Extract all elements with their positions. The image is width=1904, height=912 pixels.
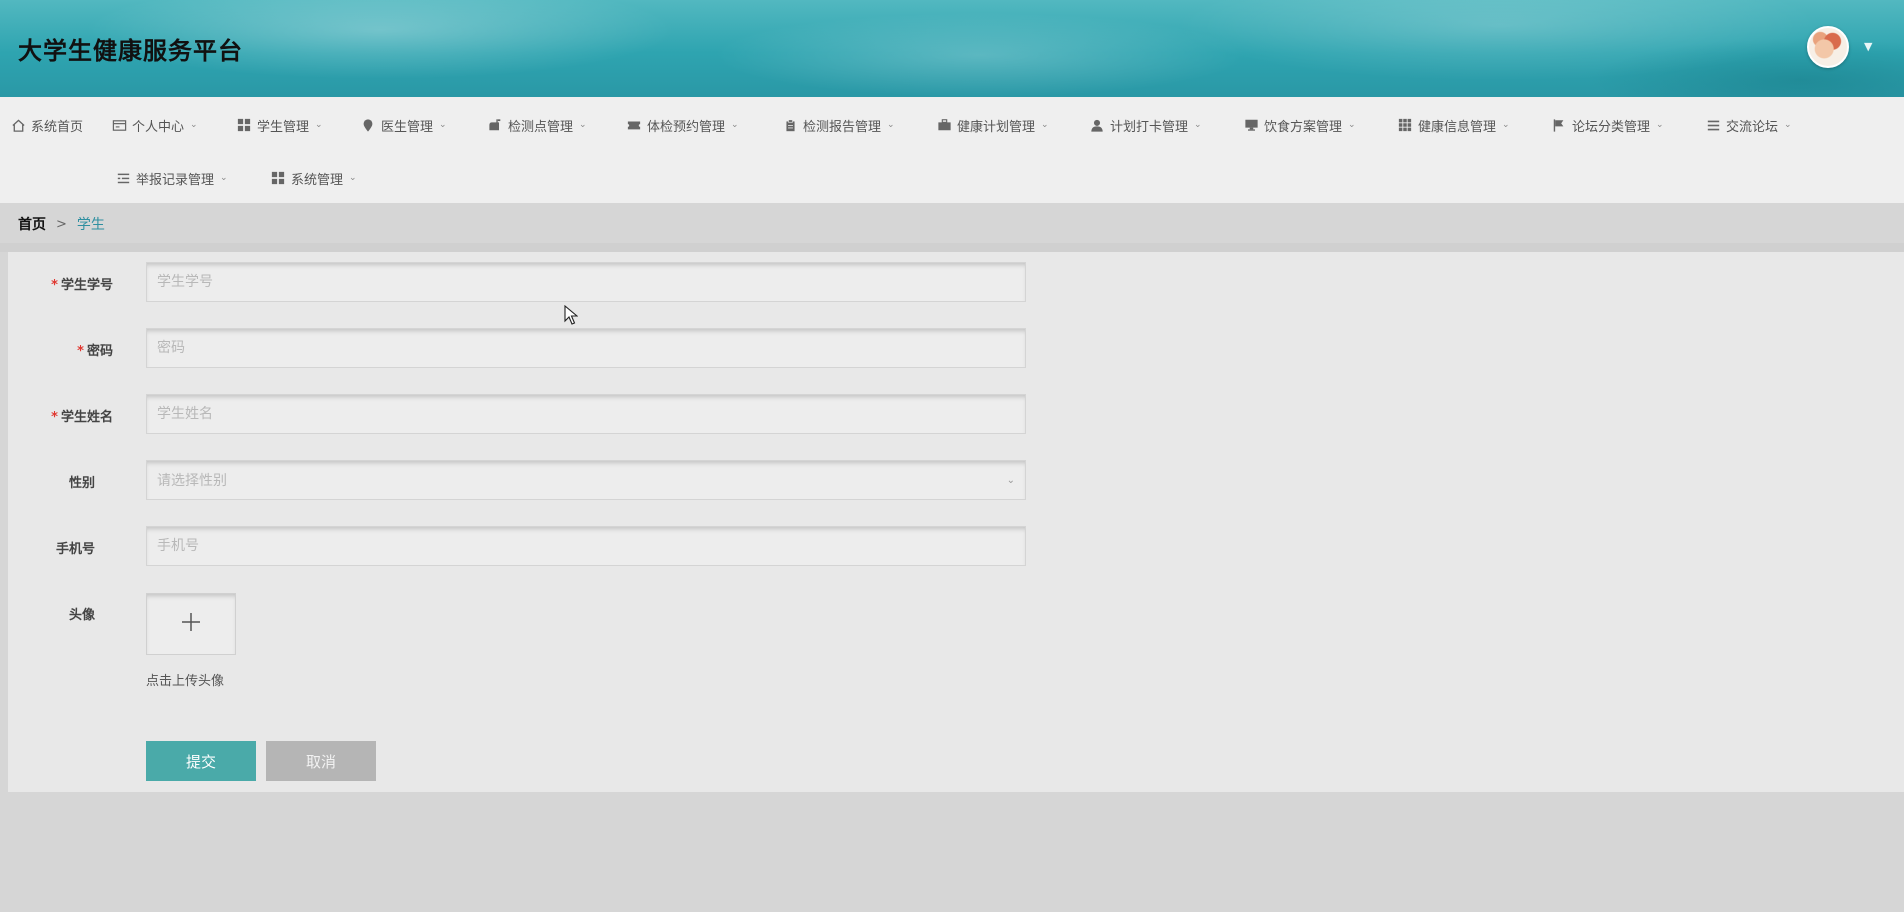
grid-icon xyxy=(236,117,252,133)
phone-input[interactable] xyxy=(146,526,1026,566)
nav-item-report-management[interactable]: 检测报告管理 ⌄ xyxy=(782,115,895,135)
nav-item-doctor-management[interactable]: 医生管理 ⌄ xyxy=(360,115,447,135)
breadcrumb-separator: > xyxy=(56,216,67,232)
home-icon xyxy=(10,117,26,133)
nav-item-personal-center[interactable]: 个人中心 ⌄ xyxy=(111,115,198,135)
required-mark: * xyxy=(51,410,58,425)
phone-label: 手机号 xyxy=(55,542,95,557)
breadcrumb-home[interactable]: 首页 xyxy=(18,214,46,234)
chevron-down-icon: ⌄ xyxy=(1656,120,1664,130)
main-nav: 系统首页 个人中心 ⌄ 学生管理 ⌄ 医生管理 ⌄ 检测点管理 ⌄ 体检预约管理 xyxy=(0,97,1904,203)
nav-item-label: 饮食方案管理 xyxy=(1264,119,1343,135)
nav-item-label: 体检预约管理 xyxy=(647,119,726,135)
map-pin-icon xyxy=(360,117,376,133)
submit-button[interactable]: 提交 xyxy=(146,741,256,781)
nav-item-label: 健康计划管理 xyxy=(957,119,1036,135)
nav-item-health-info[interactable]: 健康信息管理 ⌄ xyxy=(1397,115,1510,135)
nav-item-label: 系统首页 xyxy=(31,119,84,135)
caret-down-icon[interactable]: ▼ xyxy=(1864,40,1872,53)
id-card-icon xyxy=(111,117,127,133)
chevron-down-icon: ⌄ xyxy=(731,120,739,130)
chevron-down-icon: ⌄ xyxy=(220,173,228,183)
chevron-down-icon: ⌄ xyxy=(1041,120,1049,130)
site-title: 大学生健康服务平台 xyxy=(18,37,243,65)
grid-icon xyxy=(270,170,286,186)
avatar-upload[interactable] xyxy=(146,593,236,655)
chevron-down-icon: ⌄ xyxy=(1784,120,1792,130)
password-label: * 密码 xyxy=(77,344,113,359)
list-details-icon xyxy=(115,170,131,186)
nav-item-label: 计划打卡管理 xyxy=(1110,119,1189,135)
briefcase-icon xyxy=(936,117,952,133)
chevron-down-icon: ⌄ xyxy=(439,120,447,130)
mouse-cursor-icon xyxy=(564,305,578,325)
nav-item-test-site-management[interactable]: 检测点管理 ⌄ xyxy=(487,115,587,135)
breadcrumb-current: 学生 xyxy=(76,217,105,233)
chevron-down-icon: ⌄ xyxy=(1194,120,1202,130)
nav-item-label: 举报记录管理 xyxy=(136,172,215,188)
student-id-input[interactable] xyxy=(146,262,1026,302)
ticket-icon xyxy=(626,117,642,133)
nav-item-label: 系统管理 xyxy=(291,172,344,188)
nav-item-label: 健康信息管理 xyxy=(1418,119,1497,135)
cancel-button[interactable]: 取消 xyxy=(266,741,376,781)
avatar-label: 头像 xyxy=(68,608,95,623)
nav-item-label: 交流论坛 xyxy=(1726,119,1779,135)
clipboard-icon xyxy=(782,117,798,133)
gender-select[interactable]: 请选择性别 ⌄ xyxy=(146,460,1026,500)
required-mark: * xyxy=(77,344,84,359)
nav-item-student-management[interactable]: 学生管理 ⌄ xyxy=(236,115,323,135)
chevron-down-icon: ⌄ xyxy=(887,120,895,130)
flag-icon xyxy=(1551,117,1567,133)
student-form: *学生学号 *密码 *学生姓名 性别 请选择性别 ⌄ 手机号 头像 点击上传头像… xyxy=(8,252,1904,792)
grid-dots-icon xyxy=(1397,117,1413,133)
user-icon xyxy=(1089,117,1105,133)
breadcrumb: 首页 > 学生 xyxy=(18,214,105,234)
chevron-down-icon: ⌄ xyxy=(349,173,357,183)
nav-item-label: 检测报告管理 xyxy=(803,119,882,135)
chevron-down-icon: ⌄ xyxy=(579,120,587,130)
top-header: 大学生健康服务平台 ▼ xyxy=(0,0,1904,97)
mailbox-icon xyxy=(487,117,503,133)
password-input[interactable] xyxy=(146,328,1026,368)
nav-item-health-plan[interactable]: 健康计划管理 ⌄ xyxy=(936,115,1049,135)
nav-item-label: 学生管理 xyxy=(257,119,310,135)
chevron-down-icon: ⌄ xyxy=(1348,120,1356,130)
gender-label: 性别 xyxy=(68,476,95,491)
upload-hint: 点击上传头像 xyxy=(146,674,225,689)
plus-icon xyxy=(181,612,201,636)
chevron-down-icon: ⌄ xyxy=(1502,120,1510,130)
nav-item-home[interactable]: 系统首页 xyxy=(10,115,83,135)
student-id-label: * 学生学号 xyxy=(51,278,113,293)
nav-item-label: 检测点管理 xyxy=(508,119,574,135)
nav-item-system-management[interactable]: 系统管理 ⌄ xyxy=(270,168,357,188)
nav-item-label: 论坛分类管理 xyxy=(1572,119,1651,135)
student-name-label: * 学生姓名 xyxy=(51,410,113,425)
nav-item-label: 医生管理 xyxy=(381,119,434,135)
nav-item-diet-plan[interactable]: 饮食方案管理 ⌄ xyxy=(1243,115,1356,135)
monitor-icon xyxy=(1243,117,1259,133)
chevron-down-icon: ⌄ xyxy=(1006,474,1015,486)
gender-select-placeholder: 请选择性别 xyxy=(157,473,227,489)
avatar[interactable] xyxy=(1807,26,1849,68)
nav-item-plan-checkin[interactable]: 计划打卡管理 ⌄ xyxy=(1089,115,1202,135)
required-mark: * xyxy=(51,278,58,293)
divider-bar xyxy=(0,243,1904,252)
nav-item-report-records[interactable]: 举报记录管理 ⌄ xyxy=(115,168,228,188)
nav-item-forum-category[interactable]: 论坛分类管理 ⌄ xyxy=(1551,115,1664,135)
nav-item-label: 个人中心 xyxy=(132,119,185,135)
nav-item-checkup-booking[interactable]: 体检预约管理 ⌄ xyxy=(626,115,739,135)
nav-item-forum[interactable]: 交流论坛 ⌄ xyxy=(1705,115,1792,135)
student-name-input[interactable] xyxy=(146,394,1026,434)
chevron-down-icon: ⌄ xyxy=(190,120,198,130)
list-icon xyxy=(1705,117,1721,133)
chevron-down-icon: ⌄ xyxy=(315,120,323,130)
